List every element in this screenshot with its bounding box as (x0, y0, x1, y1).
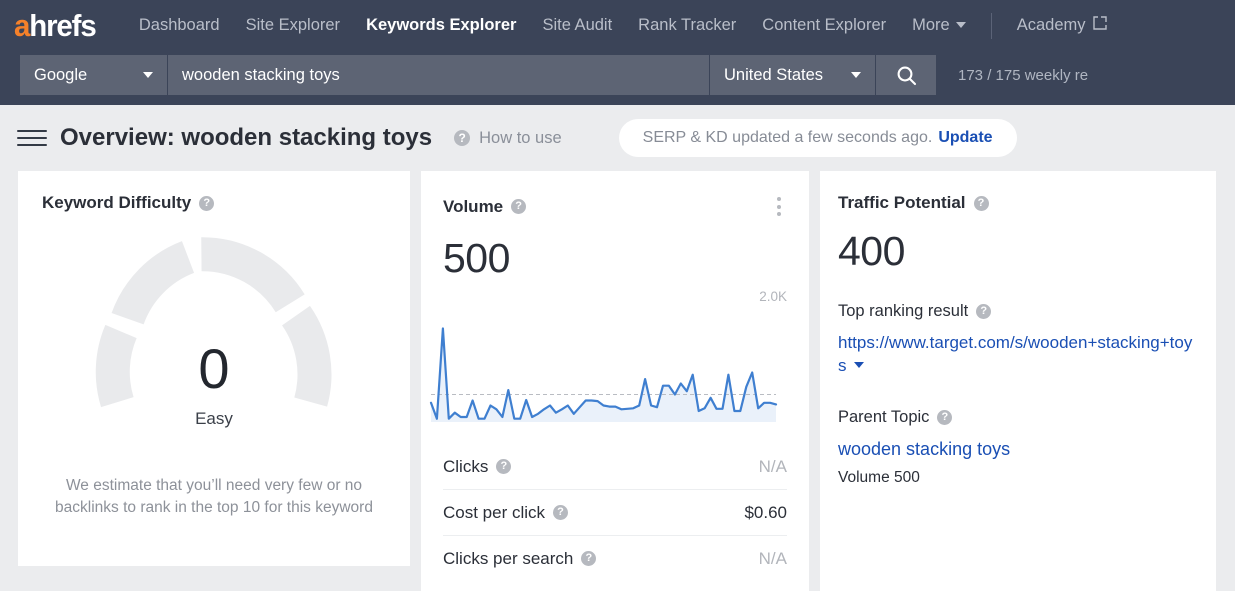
metric-label-wrap: Clicks ? (443, 457, 511, 477)
search-engine-selector[interactable]: Google (20, 55, 167, 95)
volume-value: 500 (443, 238, 787, 279)
page-title-row: Overview: wooden stacking toys ? How to … (0, 105, 1235, 171)
volume-card: Volume ? 500 2.0K Clicks ? N/A Cost per … (421, 171, 809, 591)
keyword-difficulty-note: We estimate that you’ll need very few or… (42, 475, 386, 520)
metric-value-clicks-per-search: N/A (759, 549, 787, 569)
keyword-search-input[interactable] (168, 55, 709, 95)
search-controls: Google United States (20, 55, 936, 95)
traffic-potential-value: 400 (838, 231, 1198, 272)
metric-label-clicks-per-search: Clicks per search (443, 549, 573, 569)
country-label: United States (724, 66, 823, 85)
logo-text: hrefs (29, 8, 95, 43)
traffic-potential-title: Traffic Potential (838, 193, 966, 213)
metric-label-wrap: Cost per click ? (443, 503, 568, 523)
metric-row-clicks-per-search: Clicks per search ? N/A (443, 536, 787, 581)
search-icon (896, 65, 917, 86)
parent-topic-label: Parent Topic (838, 408, 929, 427)
chevron-down-icon (143, 72, 153, 78)
chart-max-label: 2.0K (421, 289, 809, 304)
nav-item-site-explorer[interactable]: Site Explorer (233, 16, 353, 35)
top-ranking-result-heading: Top ranking result ? (838, 302, 1198, 321)
search-submit-button[interactable] (876, 55, 936, 95)
sparkline-area (431, 329, 776, 423)
weekly-credits-label: 173 / 175 weekly re (958, 67, 1088, 84)
help-icon[interactable]: ? (199, 196, 214, 211)
metric-label-clicks: Clicks (443, 457, 488, 477)
keyword-difficulty-gauge: 0 Easy (42, 223, 386, 453)
how-to-use-label: How to use (479, 129, 562, 148)
country-selector[interactable]: United States (710, 55, 875, 95)
keyword-difficulty-heading: Keyword Difficulty ? (42, 193, 386, 213)
logo-letter-a: a (14, 8, 29, 43)
volume-heading-row: Volume ? (421, 193, 809, 220)
external-link-icon (1093, 16, 1107, 35)
serp-update-banner: SERP & KD updated a few seconds ago. Upd… (619, 119, 1017, 157)
nav-item-more-label: More (912, 16, 950, 34)
search-engine-label: Google (34, 66, 87, 85)
metric-value-clicks: N/A (759, 457, 787, 477)
nav-item-keywords-explorer[interactable]: Keywords Explorer (353, 16, 529, 35)
chevron-down-icon (956, 22, 966, 28)
volume-value-wrap: 500 (421, 238, 809, 279)
nav-item-academy[interactable]: Academy (1004, 16, 1120, 35)
chevron-down-icon (851, 72, 861, 78)
nav-links: Dashboard Site Explorer Keywords Explore… (126, 13, 1120, 39)
page-title: Overview: wooden stacking toys (60, 124, 432, 152)
serp-update-button[interactable]: Update (938, 129, 992, 147)
volume-heading: Volume ? (443, 197, 526, 217)
gauge-arc (94, 235, 334, 435)
top-ranking-result-url: https://www.target.com/s/wooden+stacking… (838, 333, 1192, 375)
metric-label-cost-per-click: Cost per click (443, 503, 545, 523)
volume-title: Volume (443, 197, 503, 217)
volume-sparkline-chart[interactable] (421, 306, 809, 430)
top-navigation-bar: ahrefs Dashboard Site Explorer Keywords … (0, 0, 1235, 51)
top-ranking-result-label: Top ranking result (838, 302, 968, 321)
metric-label-wrap: Clicks per search ? (443, 549, 596, 569)
nav-item-site-audit[interactable]: Site Audit (529, 16, 625, 35)
help-icon[interactable]: ? (937, 410, 952, 425)
metrics-cards-row: Keyword Difficulty ? 0 Easy We estimate … (0, 171, 1235, 591)
help-icon[interactable]: ? (974, 196, 989, 211)
traffic-potential-card: Traffic Potential ? 400 Top ranking resu… (820, 171, 1216, 591)
nav-divider (991, 13, 992, 39)
parent-topic-volume: Volume 500 (838, 469, 1198, 487)
how-to-use-link[interactable]: ? How to use (446, 129, 562, 148)
traffic-potential-heading: Traffic Potential ? (838, 193, 1198, 213)
keyword-difficulty-title: Keyword Difficulty (42, 193, 191, 213)
help-icon[interactable]: ? (511, 199, 526, 214)
keyword-difficulty-card: Keyword Difficulty ? 0 Easy We estimate … (18, 171, 410, 566)
ahrefs-logo[interactable]: ahrefs (14, 10, 96, 41)
parent-topic-heading: Parent Topic ? (838, 408, 1198, 427)
nav-item-content-explorer[interactable]: Content Explorer (749, 16, 899, 35)
search-bar: Google United States 173 / 175 weekly re (0, 51, 1235, 105)
metric-value-cost-per-click: $0.60 (744, 503, 787, 523)
sparkline-plot (431, 329, 776, 423)
volume-metric-rows: Clicks ? N/A Cost per click ? $0.60 Clic… (421, 444, 809, 581)
help-icon[interactable]: ? (496, 459, 511, 474)
parent-topic-link[interactable]: wooden stacking toys (838, 439, 1198, 460)
keyword-difficulty-label: Easy (42, 409, 386, 429)
kebab-menu-icon[interactable] (771, 193, 787, 220)
keyword-difficulty-value: 0 (42, 341, 386, 397)
nav-item-dashboard[interactable]: Dashboard (126, 16, 233, 35)
hamburger-icon[interactable] (17, 130, 47, 146)
help-icon[interactable]: ? (581, 551, 596, 566)
help-icon[interactable]: ? (553, 505, 568, 520)
help-icon[interactable]: ? (976, 304, 991, 319)
chevron-down-icon[interactable] (854, 362, 864, 368)
nav-item-more[interactable]: More (899, 16, 979, 35)
metric-row-cost-per-click: Cost per click ? $0.60 (443, 490, 787, 536)
nav-item-academy-label: Academy (1017, 16, 1086, 34)
help-icon: ? (454, 130, 470, 146)
top-ranking-result-link[interactable]: https://www.target.com/s/wooden+stacking… (838, 332, 1198, 378)
metric-row-clicks: Clicks ? N/A (443, 444, 787, 490)
serp-update-text: SERP & KD updated a few seconds ago. (643, 129, 933, 147)
nav-item-rank-tracker[interactable]: Rank Tracker (625, 16, 749, 35)
